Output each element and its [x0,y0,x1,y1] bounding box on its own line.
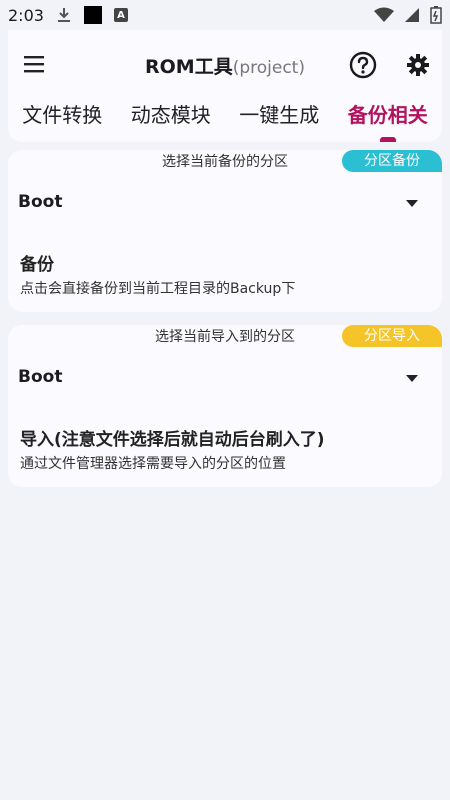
backup-action-description: 点击会直接备份到当前工程目录的Backup下 [20,281,296,297]
backup-partition-dropdown[interactable]: Boot [8,188,442,218]
backup-partition-value: Boot [18,192,63,212]
status-time: 2:03 [8,5,44,25]
app-bar: ROM工具(project) [8,30,442,100]
import-partition-dropdown[interactable]: Boot [8,363,442,393]
import-action-description: 通过文件管理器选择需要导入的分区的位置 [20,456,286,472]
tab-file-convert[interactable]: 文件转换 [8,100,117,142]
tab-label: 备份相关 [347,103,428,127]
signal-icon [405,8,419,22]
tab-label: 文件转换 [22,103,103,127]
import-card: 选择当前导入到的分区 分区导入 Boot 导入(注意文件选择后就自动后台刷入了)… [8,325,442,487]
a-icon: A [113,8,128,22]
status-bar: 2:03 A [0,0,450,30]
help-button[interactable] [348,50,378,80]
tab-one-click-generate[interactable]: 一键生成 [225,100,334,142]
help-icon [349,51,377,79]
import-partition-value: Boot [18,367,63,387]
backup-action[interactable]: 备份 点击会直接备份到当前工程目录的Backup下 [8,245,442,305]
hamburger-menu-icon [24,56,44,73]
app-title-main: ROM工具 [145,56,233,78]
tab-label: 动态模块 [130,103,211,127]
black-square-icon [83,6,102,24]
import-action-title: 导入(注意文件选择后就自动后台刷入了) [20,430,325,450]
tab-label: 一键生成 [239,103,320,127]
battery-icon [430,6,442,24]
top-app-card: ROM工具(project) 文件转换 动态模块 一键生成 备份相关 [8,30,442,142]
tab-bar: 文件转换 动态模块 一键生成 备份相关 [8,100,442,142]
download-icon [57,8,70,22]
tab-backup[interactable]: 备份相关 [334,100,443,142]
settings-button[interactable] [404,51,432,79]
partition-backup-badge: 分区备份 [342,150,442,172]
gear-icon [407,54,429,76]
app-title-project: (project) [232,58,305,78]
dropdown-arrow-icon [406,375,418,382]
wifi-icon [374,7,394,22]
tab-active-indicator [379,137,396,142]
tab-dynamic-module[interactable]: 动态模块 [117,100,226,142]
import-action[interactable]: 导入(注意文件选择后就自动后台刷入了) 通过文件管理器选择需要导入的分区的位置 [8,420,442,480]
backup-card: 选择当前备份的分区 分区备份 Boot 备份 点击会直接备份到当前工程目录的Ba… [8,150,442,312]
backup-action-title: 备份 [20,255,54,275]
partition-import-badge: 分区导入 [342,325,442,347]
menu-button[interactable] [22,52,48,76]
dropdown-arrow-icon [406,200,418,207]
